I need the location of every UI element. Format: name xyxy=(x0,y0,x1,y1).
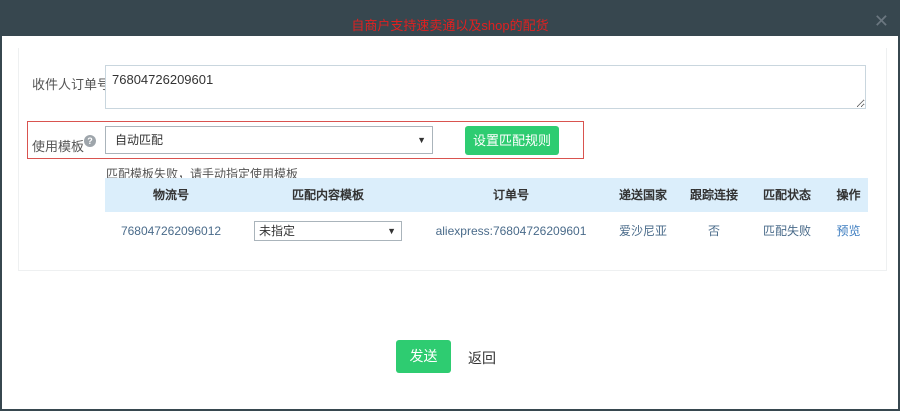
help-icon[interactable]: ? xyxy=(84,135,96,147)
dialog-titlebar: 自商户支持速卖通以及shop的配货 ✕ xyxy=(0,0,900,36)
cell-country: 爱沙尼亚 xyxy=(618,224,667,238)
template-select[interactable]: 自动匹配 ▼ xyxy=(105,126,433,154)
chevron-down-icon: ▼ xyxy=(417,135,426,145)
col-track-link: 跟踪连接 xyxy=(689,188,738,202)
recipient-order-input[interactable]: 76804726209601 xyxy=(105,65,866,109)
dialog-title: 自商户支持速卖通以及shop的配货 xyxy=(351,18,549,33)
cell-track-link: 否 xyxy=(707,224,720,238)
col-order: 订单号 xyxy=(492,188,529,202)
back-link[interactable]: 返回 xyxy=(468,348,496,368)
recipient-order-label: 收件人订单号 xyxy=(32,77,111,92)
template-select-value: 自动匹配 xyxy=(115,133,164,147)
chevron-down-icon: ▼ xyxy=(387,226,396,236)
cell-tracking: 768047262096012 xyxy=(120,224,222,238)
table-row: 768047262096012 未指定 ▼ aliexpress:7680472… xyxy=(105,212,868,250)
col-tracking: 物流号 xyxy=(152,188,189,202)
row-template-value: 未指定 xyxy=(259,224,296,238)
col-action: 操作 xyxy=(836,188,861,202)
match-table: 物流号 匹配内容模板 订单号 递送国家 跟踪连接 匹配状态 操作 7680472… xyxy=(105,178,868,250)
table-header: 物流号 匹配内容模板 订单号 递送国家 跟踪连接 匹配状态 操作 xyxy=(105,178,868,212)
cell-status: 匹配失败 xyxy=(762,224,811,238)
col-template: 匹配内容模板 xyxy=(291,188,364,202)
send-button[interactable]: 发送 xyxy=(396,340,451,373)
cell-order: aliexpress:76804726209601 xyxy=(435,224,587,238)
set-match-rules-button[interactable]: 设置匹配规则 xyxy=(465,126,559,155)
col-country: 递送国家 xyxy=(618,188,667,202)
close-icon[interactable]: ✕ xyxy=(874,12,889,30)
col-status: 匹配状态 xyxy=(762,188,811,202)
template-label: 使用模板 xyxy=(32,139,85,154)
preview-link[interactable]: 预览 xyxy=(829,212,868,250)
row-template-select[interactable]: 未指定 ▼ xyxy=(254,221,402,241)
